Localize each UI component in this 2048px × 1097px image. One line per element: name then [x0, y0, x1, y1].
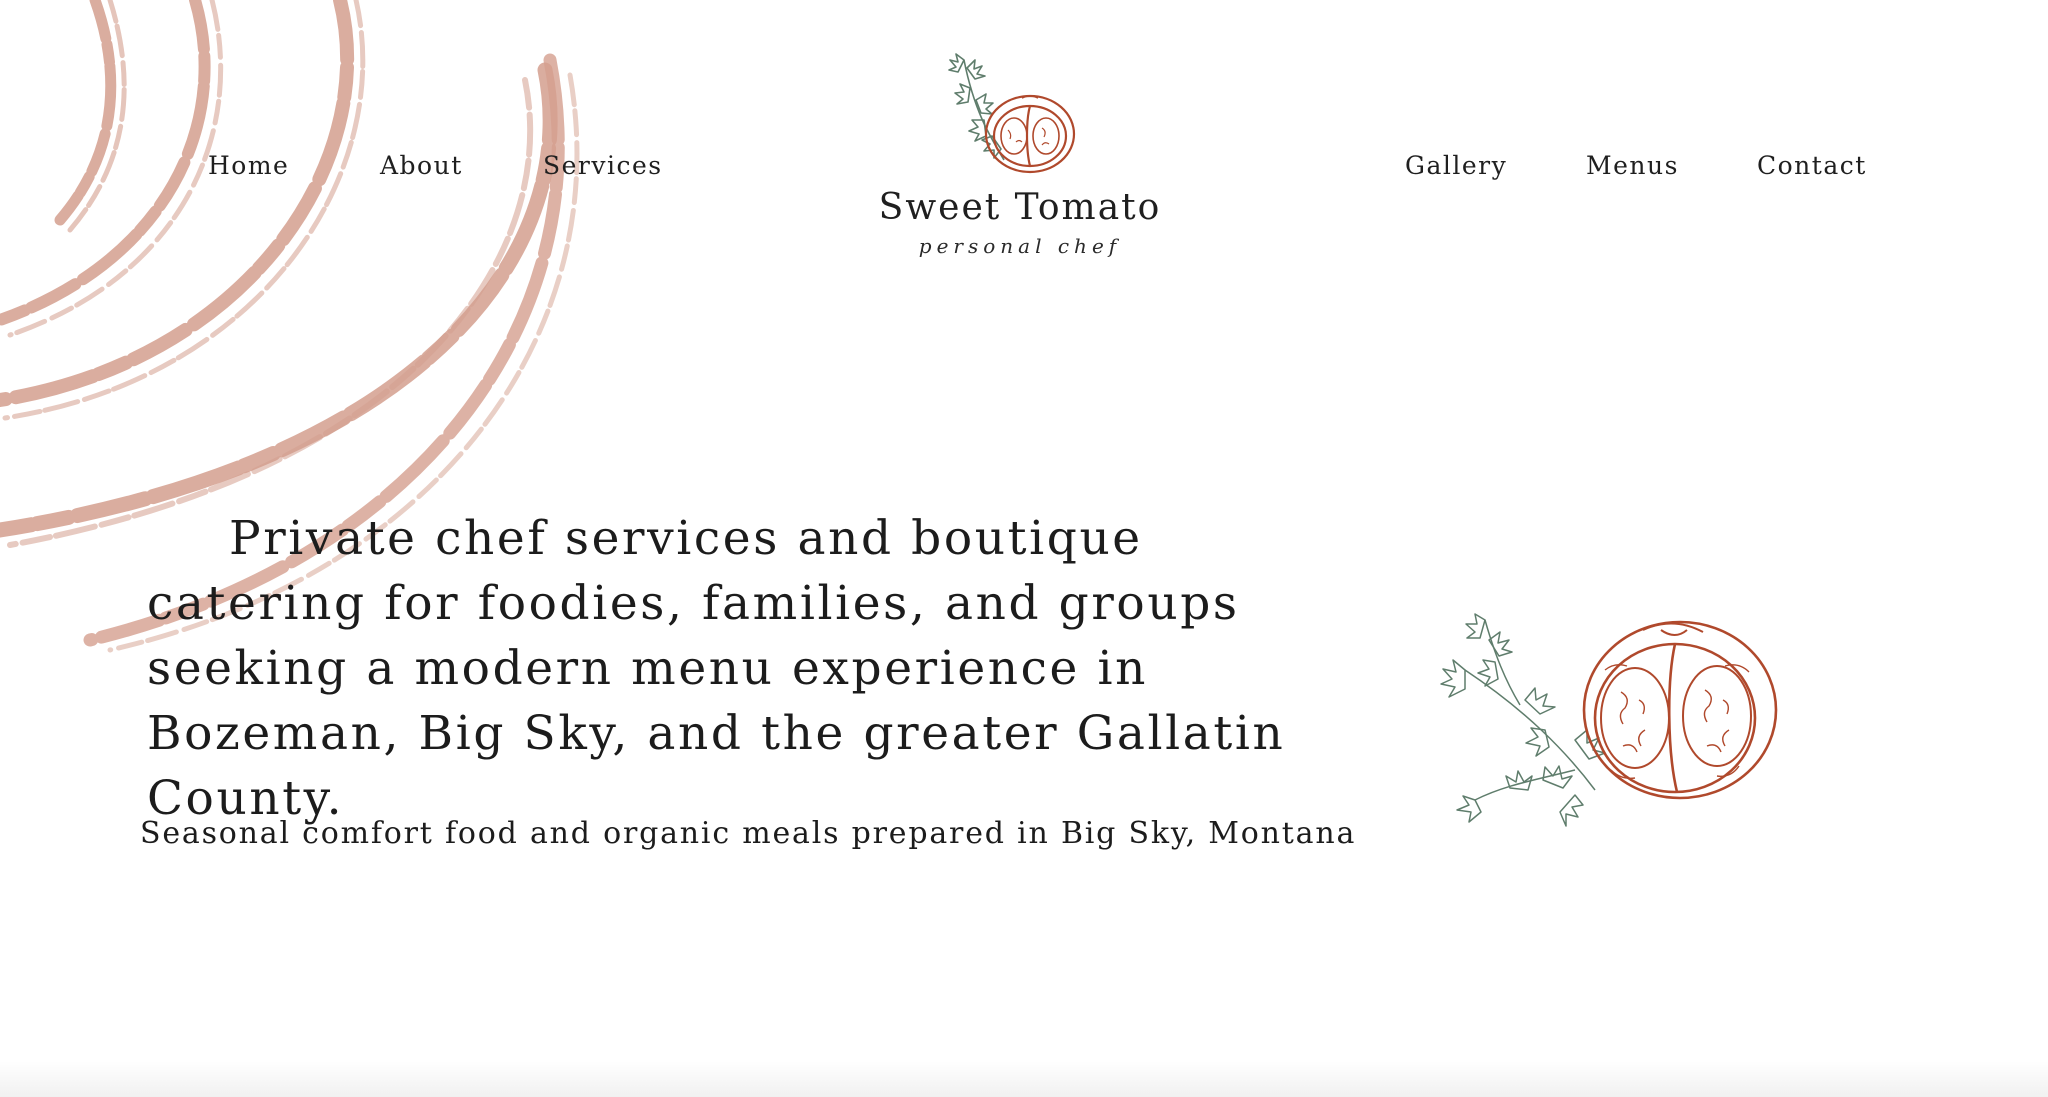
- bottom-shadow: [0, 1061, 2048, 1097]
- nav-contact[interactable]: Contact: [1757, 148, 1867, 184]
- hero-subheadline: Seasonal comfort food and organic meals …: [140, 816, 1357, 851]
- brand-logo[interactable]: Sweet Tomato personal chef: [860, 40, 1180, 280]
- nav-home[interactable]: Home: [208, 148, 289, 184]
- tomato-half-illustration: [1440, 613, 1778, 827]
- nav-about[interactable]: About: [380, 148, 463, 184]
- brand-name: Sweet Tomato: [878, 187, 1162, 228]
- nav-services[interactable]: Services: [543, 148, 663, 184]
- nav-gallery[interactable]: Gallery: [1405, 148, 1507, 184]
- tomato-parsley-icon: [948, 53, 1076, 174]
- brand-tagline: personal chef: [918, 234, 1122, 258]
- nav-menus[interactable]: Menus: [1586, 148, 1679, 184]
- hero-headline: Private chef services and boutique cater…: [147, 511, 1286, 826]
